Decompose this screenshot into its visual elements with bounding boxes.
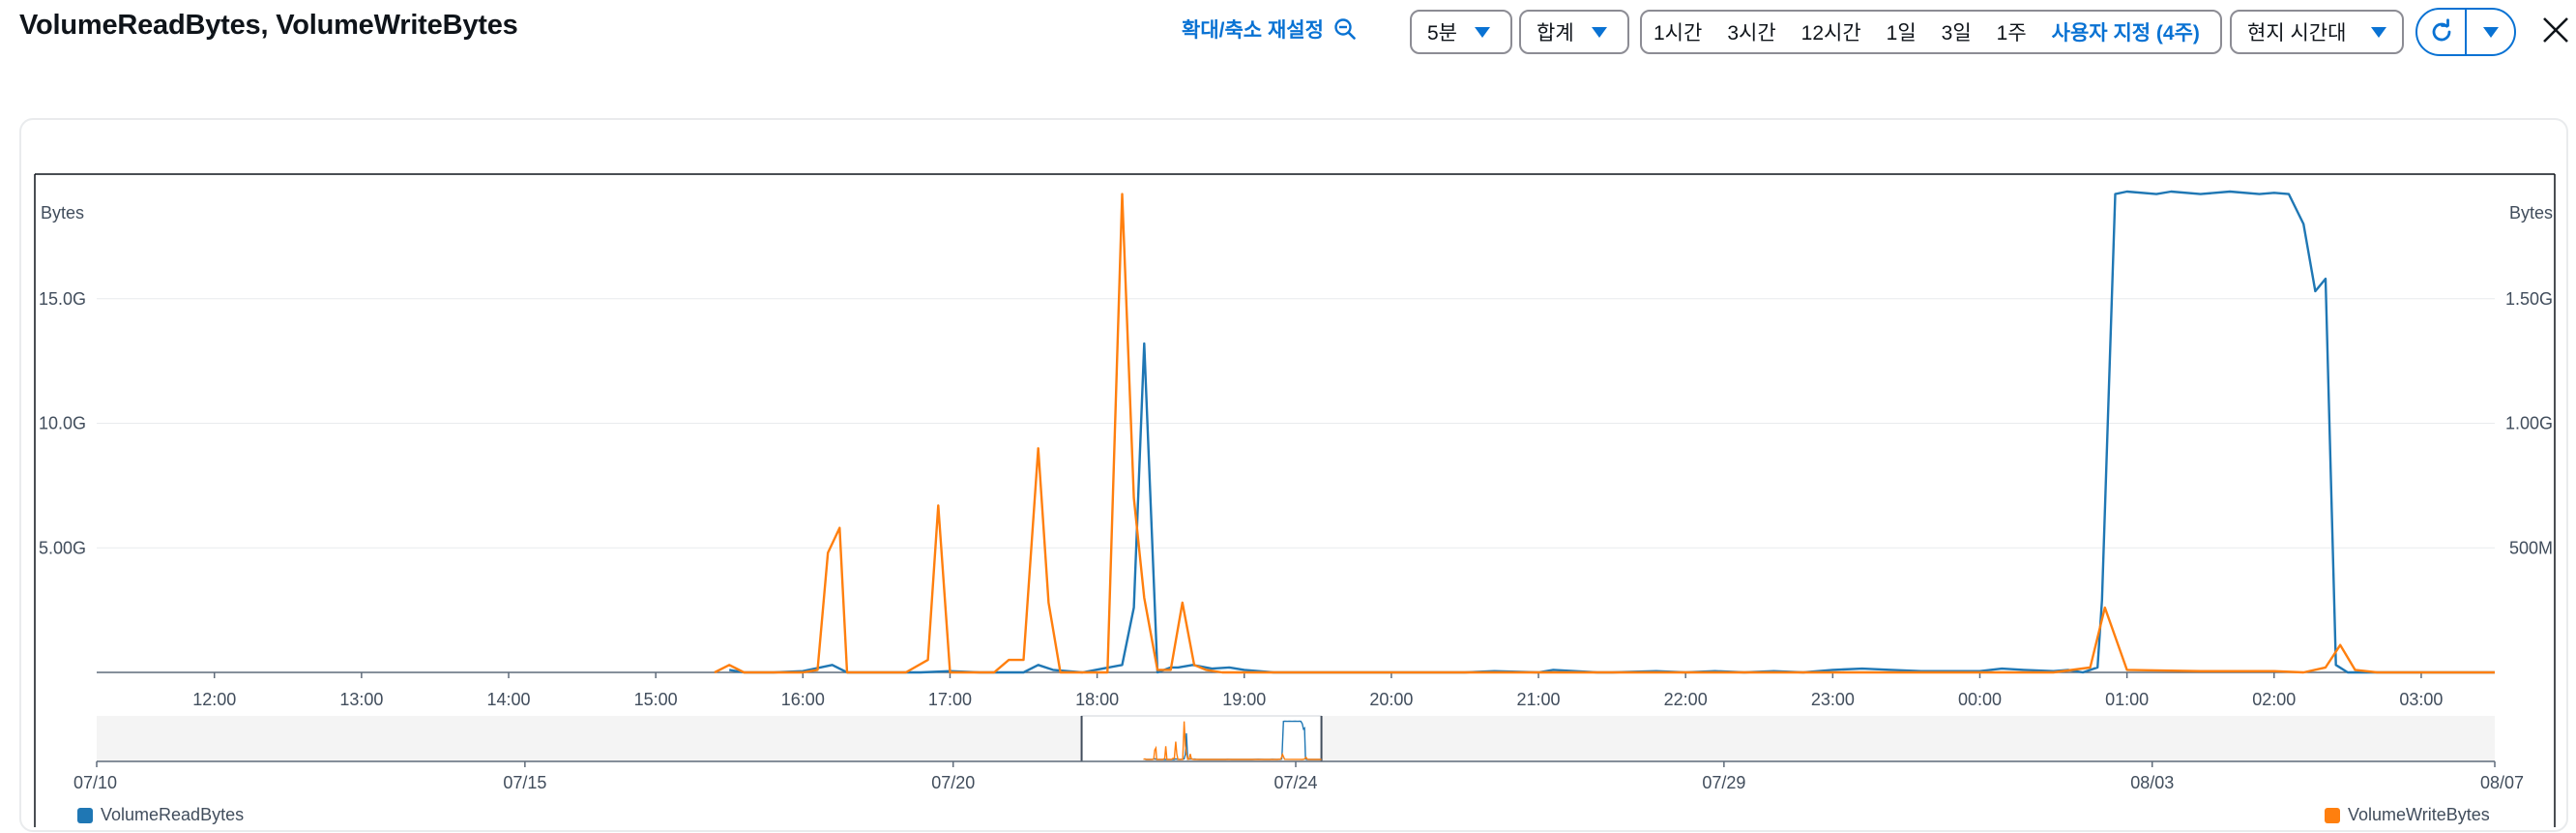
line-chart[interactable]: 5.00G 10.0G 15.0G 500M 1.00G 1.50G 12:00 13:00 1…	[0, 0, 2576, 833]
navigator-date-tick: 07/15	[503, 773, 546, 792]
x-axis-tick: 01:00	[2105, 690, 2149, 709]
right-axis-tick: 1.00G	[2505, 414, 2553, 433]
x-axis-tick: 14:00	[486, 690, 530, 709]
x-axis-tick: 22:00	[1664, 690, 1708, 709]
left-axis-tick: 5.00G	[39, 538, 86, 557]
left-axis-unit: Bytes	[41, 203, 84, 223]
right-axis-tick: 500M	[2509, 538, 2553, 557]
navigator-date-tick: 07/24	[1273, 773, 1317, 792]
navigator-date-tick: 07/20	[931, 773, 975, 792]
legend-swatch-write	[2325, 807, 2340, 823]
navigator-selection[interactable]	[1081, 715, 1323, 762]
legend-label-write: VolumeWriteBytes	[2348, 805, 2490, 824]
legend-item-write[interactable]: VolumeWriteBytes	[2325, 805, 2490, 825]
navigator-date-tick: 07/10	[73, 773, 117, 792]
x-axis-tick: 20:00	[1369, 690, 1413, 709]
x-axis-tick: 13:00	[339, 690, 383, 709]
legend-swatch-read	[77, 807, 93, 823]
x-axis-tick: 21:00	[1517, 690, 1561, 709]
x-axis-tick: 18:00	[1075, 690, 1119, 709]
x-axis-tick: 19:00	[1222, 690, 1266, 709]
right-axis-unit: Bytes	[2509, 203, 2553, 223]
legend-item-read[interactable]: VolumeReadBytes	[77, 805, 244, 825]
left-axis-tick: 15.0G	[39, 289, 86, 309]
legend-label-read: VolumeReadBytes	[101, 805, 245, 824]
right-axis-tick: 1.50G	[2505, 289, 2553, 309]
series-line-read[interactable]	[728, 190, 2495, 674]
x-axis-tick: 23:00	[1811, 690, 1855, 709]
left-axis-tick: 10.0G	[39, 414, 86, 433]
navigator-date-tick: 08/03	[2130, 773, 2174, 792]
x-axis-tick: 16:00	[781, 690, 825, 709]
x-axis-tick: 03:00	[2399, 690, 2443, 709]
navigator-date-tick: 07/29	[1702, 773, 1745, 792]
series-line-write[interactable]	[714, 193, 2495, 674]
x-axis-tick: 12:00	[192, 690, 236, 709]
x-axis-tick: 02:00	[2252, 690, 2296, 709]
x-axis-tick: 17:00	[928, 690, 972, 709]
x-axis-tick: 00:00	[1958, 690, 2002, 709]
navigator-date-tick: 08/07	[2480, 773, 2524, 792]
x-axis-tick: 15:00	[634, 690, 678, 709]
